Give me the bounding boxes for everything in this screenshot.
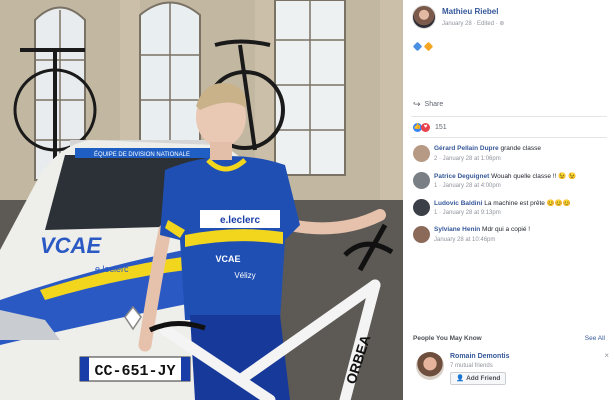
comment-text: Sylviane Henin Mdr qui a copié !	[434, 226, 530, 233]
reactions-count: 151	[435, 124, 447, 131]
jersey-team: VCAE	[215, 254, 240, 264]
share-label: Share	[424, 101, 444, 108]
post-meta[interactable]: January 28 · Edited · ⊛	[442, 20, 504, 27]
commenter-name[interactable]: Patrice Deguignet	[434, 173, 489, 180]
comment-text: Gérard Pellain Dupre grande classe	[434, 145, 541, 152]
comment-item: Ludovic Baldini La machine est prête 😊😊😊…	[413, 197, 609, 223]
comment-message: Mdr qui a copié !	[480, 226, 531, 233]
comment-item: Patrice Deguignet Wouah quelle classe !!…	[413, 170, 609, 196]
comment-message: La machine est prête 😊😊😊	[482, 200, 572, 207]
commenter-name[interactable]: Gérard Pellain Dupre	[434, 145, 499, 152]
divider	[411, 116, 607, 117]
pymk-title: People You May Know	[413, 335, 482, 342]
add-friend-icon: 👤	[456, 375, 465, 382]
commenter-avatar[interactable]	[413, 145, 430, 162]
jersey-sub: Vélizy	[234, 271, 255, 280]
commenter-avatar[interactable]	[413, 226, 430, 243]
car-team-logo: VCAE	[40, 233, 102, 258]
post-caption-emoji	[412, 41, 434, 52]
add-friend-button[interactable]: 👤 Add Friend	[450, 372, 507, 385]
comment-message: grande classe	[498, 145, 541, 152]
post-header: Mathieu Riebel January 28 · Edited · ⊛	[403, 0, 615, 34]
license-plate: CC-651-JY	[94, 363, 175, 380]
commenter-name[interactable]: Sylviane Henin	[434, 226, 480, 233]
comment-text: Patrice Deguignet Wouah quelle classe !!…	[434, 172, 576, 180]
post-photo[interactable]: ÉQUIPE DE DIVISION NATIONALE VCAE e.lecl…	[0, 0, 403, 400]
comments-list: Gérard Pellain Dupre grande classe 2 · J…	[413, 143, 609, 251]
comment-meta[interactable]: 1 · January 28 at 9:13pm	[434, 210, 501, 216]
author-name[interactable]: Mathieu Riebel	[442, 7, 498, 16]
car-banner-text: ÉQUIPE DE DIVISION NATIONALE	[94, 151, 190, 158]
close-icon[interactable]: ×	[604, 351, 609, 360]
love-reaction-icon: ♥	[421, 123, 430, 132]
comment-meta[interactable]: 2 · January 28 at 1:06pm	[434, 156, 501, 162]
comment-meta[interactable]: January 28 at 10:46pm	[434, 237, 495, 243]
reactions-summary[interactable]: 👍 ♥ 151	[413, 123, 447, 132]
divider	[411, 137, 607, 138]
suggested-friend-avatar[interactable]	[416, 352, 444, 380]
commenter-avatar[interactable]	[413, 172, 430, 189]
commenter-avatar[interactable]	[413, 199, 430, 216]
comment-item: Sylviane Henin Mdr qui a copié ! January…	[413, 224, 609, 250]
post-side-panel: Mathieu Riebel January 28 · Edited · ⊛ ↪…	[403, 0, 615, 400]
orange-diamond-icon	[423, 41, 434, 52]
add-friend-label: Add Friend	[466, 375, 501, 382]
comment-item: Gérard Pellain Dupre grande classe 2 · J…	[413, 143, 609, 169]
suggested-friend-name[interactable]: Romain Demontis	[450, 353, 510, 360]
cyclist-photo-illustration: ÉQUIPE DE DIVISION NATIONALE VCAE e.lecl…	[0, 0, 403, 400]
mutual-friends-count[interactable]: 7 mutual friends	[450, 363, 493, 369]
car-sponsor-logo: e.leclerc	[95, 264, 129, 274]
blue-diamond-icon	[412, 41, 423, 52]
see-all-link[interactable]: See All	[585, 335, 605, 342]
comment-message: Wouah quelle classe !! 😉 😉	[489, 173, 577, 180]
commenter-name[interactable]: Ludovic Baldini	[434, 200, 482, 207]
comment-text: Ludovic Baldini La machine est prête 😊😊😊	[434, 199, 571, 207]
comment-meta[interactable]: 1 · January 28 at 4:00pm	[434, 183, 501, 189]
author-avatar[interactable]	[412, 5, 436, 29]
share-button[interactable]: ↪ Share	[413, 99, 443, 110]
share-icon: ↪	[413, 99, 421, 109]
pymk-card: Romain Demontis 7 mutual friends 👤 Add Fr…	[413, 350, 609, 390]
jersey-sponsor: e.leclerc	[220, 215, 260, 226]
